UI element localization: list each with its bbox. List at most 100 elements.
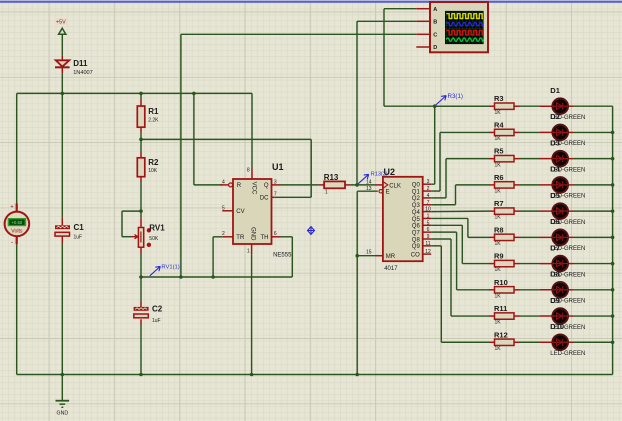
svg-text:10K: 10K bbox=[148, 168, 158, 174]
svg-text:R8: R8 bbox=[494, 225, 504, 234]
svg-text:1uF: 1uF bbox=[74, 235, 83, 241]
svg-text:1K: 1K bbox=[495, 346, 502, 352]
svg-text:D4: D4 bbox=[550, 165, 560, 174]
svg-text:R3(1): R3(1) bbox=[448, 93, 463, 100]
svg-text:1K: 1K bbox=[495, 293, 502, 299]
svg-text:1K: 1K bbox=[495, 162, 502, 168]
svg-text:1K: 1K bbox=[495, 215, 502, 221]
svg-text:1uF: 1uF bbox=[152, 318, 161, 324]
svg-text:D2: D2 bbox=[550, 112, 560, 121]
svg-text:1K: 1K bbox=[495, 267, 502, 273]
svg-text:+5V: +5V bbox=[56, 20, 66, 26]
svg-text:RV1: RV1 bbox=[149, 224, 165, 233]
svg-text:15: 15 bbox=[366, 250, 372, 256]
svg-text:GND: GND bbox=[57, 411, 69, 417]
svg-text:11: 11 bbox=[425, 241, 430, 247]
svg-text:4017: 4017 bbox=[384, 266, 398, 272]
svg-text:1: 1 bbox=[247, 248, 250, 254]
svg-text:TR: TR bbox=[236, 235, 245, 241]
svg-text:Volts: Volts bbox=[11, 229, 23, 235]
svg-text:C1: C1 bbox=[74, 223, 85, 232]
svg-text:D5: D5 bbox=[550, 191, 560, 200]
svg-text:Q1: Q1 bbox=[412, 189, 421, 195]
svg-text:7: 7 bbox=[427, 200, 430, 206]
svg-text:+: + bbox=[10, 205, 14, 211]
svg-text:LED-GREEN: LED-GREEN bbox=[550, 351, 585, 357]
svg-text:R7: R7 bbox=[494, 199, 504, 208]
svg-text:Q0: Q0 bbox=[412, 183, 421, 189]
svg-text:R13: R13 bbox=[324, 173, 339, 182]
svg-text:Q: Q bbox=[264, 183, 269, 189]
svg-text:R12: R12 bbox=[494, 330, 508, 339]
svg-text:1N4007: 1N4007 bbox=[73, 70, 93, 76]
svg-text:D9: D9 bbox=[550, 296, 560, 305]
svg-text:Q3: Q3 bbox=[412, 203, 421, 209]
svg-text:D1: D1 bbox=[550, 86, 560, 95]
svg-text:4: 4 bbox=[427, 193, 430, 199]
svg-text:VCC: VCC bbox=[251, 182, 257, 195]
svg-text:Q5: Q5 bbox=[412, 217, 421, 223]
svg-text:1K: 1K bbox=[495, 136, 502, 142]
svg-text:R6: R6 bbox=[494, 173, 504, 182]
svg-text:Q2: Q2 bbox=[412, 196, 421, 202]
svg-text:2: 2 bbox=[427, 186, 430, 192]
svg-text:R10: R10 bbox=[494, 278, 508, 287]
svg-text:5: 5 bbox=[222, 205, 225, 211]
svg-text:1K: 1K bbox=[495, 241, 502, 247]
svg-text:C: C bbox=[433, 33, 437, 39]
svg-text:3: 3 bbox=[274, 179, 277, 185]
svg-text:D: D bbox=[433, 45, 437, 51]
svg-text:Q9: Q9 bbox=[412, 244, 421, 250]
svg-text:C2: C2 bbox=[152, 305, 163, 314]
svg-text:U1: U1 bbox=[272, 162, 284, 172]
svg-text:5: 5 bbox=[427, 220, 430, 226]
svg-text:4: 4 bbox=[222, 179, 225, 185]
svg-text:1: 1 bbox=[325, 190, 328, 196]
svg-text:E: E bbox=[386, 190, 390, 196]
svg-text:14: 14 bbox=[366, 179, 372, 185]
svg-text:1K: 1K bbox=[495, 110, 502, 116]
svg-text:9: 9 bbox=[427, 234, 430, 240]
svg-text:DC: DC bbox=[260, 196, 269, 202]
svg-text:Q6: Q6 bbox=[412, 224, 421, 230]
svg-text:6: 6 bbox=[427, 227, 430, 233]
svg-text:D10: D10 bbox=[550, 322, 564, 331]
svg-text:1K: 1K bbox=[495, 188, 502, 194]
svg-text:2: 2 bbox=[222, 231, 225, 237]
svg-text:1K: 1K bbox=[495, 320, 502, 326]
svg-text:MR: MR bbox=[386, 254, 396, 260]
svg-text:CLK: CLK bbox=[389, 183, 401, 189]
svg-text:R3: R3 bbox=[494, 94, 504, 103]
svg-text:TH: TH bbox=[261, 235, 269, 241]
svg-text:NE555: NE555 bbox=[273, 252, 292, 258]
svg-text:RV1(1): RV1(1) bbox=[161, 265, 179, 271]
svg-text:R: R bbox=[237, 183, 242, 189]
svg-text:3: 3 bbox=[427, 179, 430, 185]
svg-text:R13(2): R13(2) bbox=[371, 172, 388, 178]
svg-text:R2: R2 bbox=[148, 158, 159, 167]
svg-text:CV: CV bbox=[236, 209, 244, 215]
svg-text:13: 13 bbox=[366, 186, 372, 192]
svg-text:+0.50: +0.50 bbox=[12, 220, 23, 225]
svg-text:D8: D8 bbox=[550, 270, 560, 279]
svg-text:B: B bbox=[433, 20, 437, 26]
svg-text:A: A bbox=[433, 7, 437, 13]
svg-text:D3: D3 bbox=[550, 138, 560, 147]
svg-text:Q8: Q8 bbox=[412, 237, 421, 243]
svg-text:6: 6 bbox=[274, 231, 277, 237]
svg-text:12: 12 bbox=[425, 249, 431, 255]
svg-text:8: 8 bbox=[247, 168, 250, 174]
svg-text:GND: GND bbox=[250, 227, 256, 241]
svg-text:R5: R5 bbox=[494, 147, 504, 156]
svg-text:10: 10 bbox=[425, 207, 431, 213]
svg-text:50K: 50K bbox=[149, 236, 159, 242]
svg-text:R11: R11 bbox=[494, 304, 507, 313]
svg-text:D7: D7 bbox=[550, 243, 560, 252]
svg-text:R1: R1 bbox=[148, 107, 159, 116]
svg-text:1: 1 bbox=[427, 213, 430, 219]
svg-text:7: 7 bbox=[274, 192, 277, 198]
svg-text:R9: R9 bbox=[494, 252, 504, 261]
svg-text:2.2K: 2.2K bbox=[148, 118, 159, 124]
svg-text:R4: R4 bbox=[494, 120, 504, 129]
svg-text:Q7: Q7 bbox=[412, 230, 421, 236]
